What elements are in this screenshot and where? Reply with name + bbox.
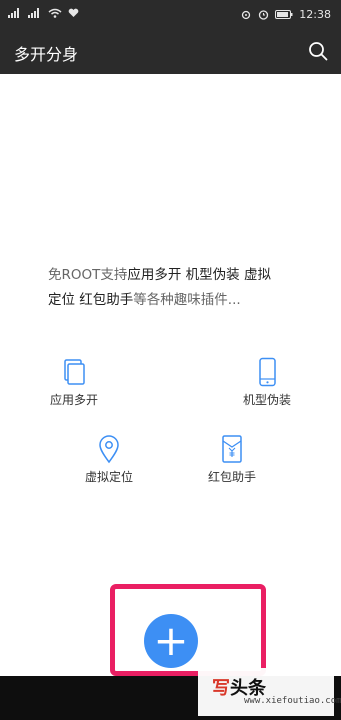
feature-label: 应用多开 [49, 393, 98, 407]
feature-red-envelope[interactable]: 红包助手 [202, 434, 262, 485]
add-icon: + [153, 616, 189, 665]
vibrate-icon [242, 10, 251, 19]
battery-icon [275, 10, 293, 19]
wifi-icon [48, 8, 62, 18]
watermark-url: www.xiefoutiao.com [244, 696, 341, 706]
phone-icon [259, 357, 276, 387]
search-icon[interactable] [307, 40, 329, 62]
feature-label: 虚拟定位 [84, 470, 133, 484]
add-button[interactable]: + [144, 614, 198, 668]
intro-highlight-2: 定位 红包助手 [48, 292, 134, 308]
signal-icon [8, 8, 22, 18]
red-envelope-icon [222, 435, 242, 463]
feature-device-spoof[interactable]: 机型伪装 [237, 357, 297, 408]
location-pin-icon [99, 435, 119, 464]
status-left [8, 8, 79, 18]
status-right: 12:38 [240, 8, 331, 21]
intro-text: 免ROOT支持应用多开 机型伪装 虚拟 定位 红包助手等各种趣味插件... [48, 263, 318, 313]
watermark: 写头条 www.xiefoutiao.com [198, 668, 341, 716]
intro-highlight-1: 应用多开 机型伪装 虚拟 [127, 267, 271, 283]
feature-app-clone[interactable]: 应用多开 [44, 357, 104, 408]
status-time: 12:38 [299, 8, 331, 21]
heart-shield-icon [68, 8, 79, 17]
intro-prefix: 免ROOT支持 [48, 267, 128, 283]
intro-suffix: 等各种趣味插件... [133, 292, 241, 308]
feature-label: 红包助手 [207, 470, 256, 484]
feature-virtual-location[interactable]: 虚拟定位 [79, 434, 139, 485]
page-title: 多开分身 [14, 45, 79, 64]
copy-icon [64, 359, 85, 385]
app-bar: 多开分身 [0, 30, 341, 74]
alarm-icon [259, 10, 269, 20]
status-bar: 12:38 [0, 0, 341, 30]
signal-icon-2 [28, 8, 42, 18]
feature-label: 机型伪装 [242, 393, 291, 407]
